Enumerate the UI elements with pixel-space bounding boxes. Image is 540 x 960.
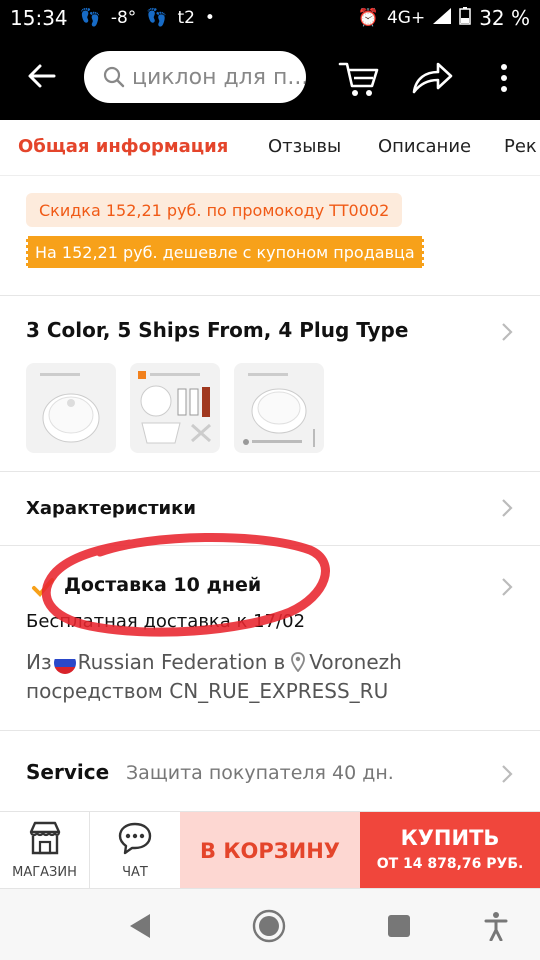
ship-from-line: Из Russian Federation в Voronezh	[26, 650, 402, 674]
from-country: Russian Federation	[77, 650, 268, 674]
nav-recents-icon[interactable]	[387, 914, 411, 938]
variant-thumb[interactable]	[130, 363, 220, 453]
buy-price: ОТ 14 878,76 РУБ.	[376, 856, 524, 872]
search-icon	[102, 65, 126, 89]
share-icon[interactable]	[410, 58, 454, 98]
store-label: МАГАЗИН	[12, 865, 77, 880]
store-icon	[29, 821, 61, 855]
tab-description[interactable]: Описание	[378, 136, 471, 157]
temperature: -8°	[110, 8, 137, 28]
promo-code-banner[interactable]: Скидка 152,21 руб. по промокоду TT0002	[26, 193, 403, 227]
footsteps-icon: 👣	[79, 8, 101, 28]
shipping-carrier-line: посредством CN_RUE_EXPRESS_RU	[26, 679, 389, 703]
in-label: в	[273, 650, 286, 674]
store-button[interactable]: МАГАЗИН	[0, 812, 90, 889]
more-options-icon[interactable]	[490, 60, 518, 96]
footsteps-icon: 👣	[146, 8, 168, 28]
nav-home-icon[interactable]	[252, 909, 286, 943]
nav-back-icon[interactable]	[128, 913, 152, 939]
annotation-circle	[41, 532, 330, 637]
robot-vacuum-image	[40, 373, 100, 443]
status-time: 15:34	[10, 6, 68, 30]
chat-bubble-icon	[118, 822, 152, 855]
carrier-label: t2	[177, 8, 195, 28]
specs-title[interactable]: Характеристики	[26, 498, 196, 519]
chat-label: ЧАТ	[122, 865, 148, 880]
network-label: 4G+	[386, 8, 426, 28]
to-city: Voronezh	[309, 650, 402, 674]
tab-reviews[interactable]: Отзывы	[268, 136, 341, 157]
status-bar: 15:34 👣 -8° 👣 t2 • ⏰ 4G+ 32 %	[0, 0, 540, 36]
tab-general-info[interactable]: Общая информация	[18, 136, 228, 157]
accessibility-icon[interactable]	[484, 911, 508, 941]
buyer-protection-text: Защита покупателя 40 дн.	[126, 762, 394, 784]
russia-flag-icon	[53, 652, 76, 674]
system-navigation-bar	[0, 888, 540, 960]
chevron-right-icon[interactable]	[500, 498, 514, 518]
bottom-action-bar: МАГАЗИН ЧАТ В КОРЗИНУ КУПИТЬ ОТ 14 878,7…	[0, 811, 540, 889]
chevron-right-icon[interactable]	[500, 577, 514, 597]
seller-coupon-banner[interactable]: На 152,21 руб. дешевле с купоном продавц…	[24, 236, 426, 268]
variants-title[interactable]: 3 Color, 5 Ships From, 4 Plug Type	[26, 318, 408, 342]
variant-thumb[interactable]	[234, 363, 324, 453]
buy-label: КУПИТЬ	[400, 826, 500, 850]
search-input[interactable]: циклон для п...	[84, 51, 306, 103]
back-arrow-icon[interactable]	[26, 60, 58, 92]
divider	[0, 730, 540, 731]
add-to-cart-button[interactable]: В КОРЗИНУ	[180, 812, 360, 889]
buy-now-button[interactable]: КУПИТЬ ОТ 14 878,76 РУБ.	[360, 812, 540, 889]
chevron-right-icon[interactable]	[500, 764, 514, 784]
battery-level: 32 %	[479, 6, 530, 30]
product-tabs: Общая информация Отзывы Описание Рек	[0, 120, 540, 176]
chevron-right-icon[interactable]	[500, 322, 514, 342]
alarm-icon: ⏰	[357, 8, 379, 28]
from-label: Из	[26, 650, 52, 674]
chat-button[interactable]: ЧАТ	[90, 812, 180, 889]
variant-thumb[interactable]	[26, 363, 116, 453]
tab-recommendations[interactable]: Рек	[504, 136, 537, 157]
divider	[0, 295, 540, 296]
divider	[0, 471, 540, 472]
dot-icon: •	[204, 8, 215, 28]
service-title[interactable]: Service	[26, 760, 109, 784]
battery-icon	[459, 6, 471, 30]
top-app-bar: циклон для п...	[0, 36, 540, 120]
location-pin-icon	[291, 652, 306, 672]
signal-icon	[433, 7, 452, 29]
search-placeholder: циклон для п...	[132, 64, 306, 90]
cart-icon[interactable]	[338, 58, 382, 98]
robot-vacuum-global-image	[243, 373, 315, 447]
robot-vacuum-accessories-image	[138, 371, 211, 444]
